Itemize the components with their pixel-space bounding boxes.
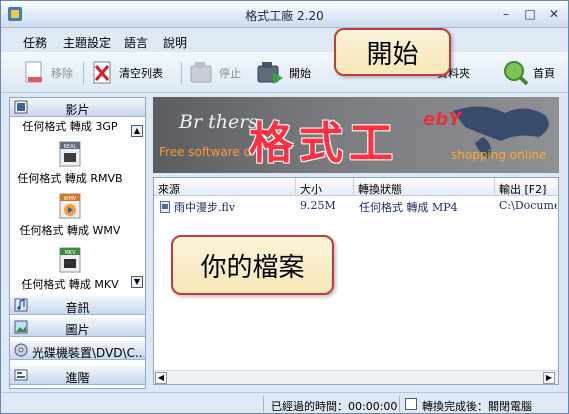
category-disc[interactable]: 光碟機裝置\DVD\C...: [10, 341, 145, 360]
toolbar-divider: [181, 62, 182, 84]
remove-label: 移除: [51, 67, 73, 80]
status-bar: 已經過的時間：00:00:00 轉換完成後：關閉電腦: [1, 392, 568, 413]
remove-button[interactable]: 移除: [23, 59, 73, 87]
scroll-up-button[interactable]: ▲: [131, 125, 143, 137]
converter-label: 任何格式 轉成 WMV: [19, 224, 121, 237]
row-status: 任何格式 轉成 MP4: [359, 201, 458, 214]
banner-title: 格式工: [249, 118, 399, 169]
converter-rmvb[interactable]: REAL 任何格式 轉成 RMVB: [10, 140, 130, 186]
scroll-down-button[interactable]: ▼: [131, 276, 143, 288]
table-row[interactable]: 雨中漫步.flv 9.25M 任何格式 轉成 MP4 C:\Documen: [154, 198, 558, 214]
category-video[interactable]: 影片: [10, 98, 145, 117]
start-icon: [257, 62, 283, 84]
ad-banner[interactable]: Br thers Free software d 格式工 ebY shoppin…: [153, 97, 559, 173]
status-divider: [263, 396, 264, 412]
category-audio[interactable]: 音訊: [10, 296, 145, 315]
banner-free-text: Free software d: [159, 145, 252, 159]
close-button[interactable]: ✕: [545, 7, 563, 22]
banner-shopping-text: shopping online: [451, 148, 547, 162]
category-panel: 影片 任何格式 轉成 3GP REAL 任何格式 轉成 RMVB WMV 任何格…: [9, 97, 146, 389]
after-done-label: 轉換完成後：關閉電腦: [422, 400, 532, 413]
status-divider: [399, 396, 400, 412]
window-title: 格式工廠 2.20: [245, 9, 324, 23]
wmv-file-icon: WMV: [59, 193, 81, 219]
converter-mkv[interactable]: MKV 任何格式 轉成 MKV: [10, 246, 130, 292]
column-status[interactable]: 轉換狀態: [358, 181, 402, 197]
menu-tasks[interactable]: 任務: [23, 34, 47, 51]
minimize-button[interactable]: –: [497, 7, 515, 22]
document-remove-icon: [25, 61, 42, 83]
ebay-logo-text: ebY: [423, 109, 462, 130]
callout-start: 開始: [334, 28, 451, 76]
rmvb-badge: REAL: [64, 144, 77, 150]
column-output[interactable]: 輸出 [F2]: [499, 181, 546, 197]
horizontal-scrollbar[interactable]: ◀ ▶: [154, 370, 558, 384]
category-image[interactable]: 圖片: [10, 318, 145, 337]
category-image-label: 圖片: [65, 323, 90, 337]
stop-button[interactable]: 停止: [189, 59, 241, 87]
title-bar: 格式工廠 2.20 – □ ✕: [1, 1, 568, 28]
converter-label: 任何格式 轉成 RMVB: [17, 172, 123, 185]
row-output: C:\Documen: [499, 199, 557, 212]
converter-3gp[interactable]: 任何格式 轉成 3GP: [10, 118, 130, 134]
menu-help[interactable]: 說明: [163, 34, 187, 51]
globe-search-icon: [504, 61, 529, 86]
mkv-badge: MKV: [64, 250, 76, 256]
scroll-left-button[interactable]: ◀: [155, 372, 167, 384]
start-button[interactable]: 開始: [257, 59, 311, 87]
wmv-badge: WMV: [64, 196, 77, 202]
maximize-button[interactable]: □: [521, 7, 539, 22]
category-advanced-label: 進階: [65, 371, 90, 385]
converter-list: 任何格式 轉成 3GP REAL 任何格式 轉成 RMVB WMV 任何格式 轉…: [10, 118, 145, 293]
scroll-right-button[interactable]: ▶: [543, 372, 555, 384]
rmvb-file-icon: REAL: [59, 141, 81, 167]
toolbar: 移除 清空列表 停止 開始 資料夾 首頁: [1, 52, 568, 93]
banner-brand: Br thers: [179, 111, 259, 133]
category-video-label: 影片: [65, 103, 90, 117]
ebay-logo: ebY: [423, 109, 461, 130]
clear-list-button[interactable]: 清空列表: [91, 59, 163, 87]
stop-label: 停止: [219, 67, 241, 80]
row-source: 雨中漫步.flv: [174, 201, 236, 214]
video-file-icon: [160, 201, 170, 213]
disc-category-icon: [14, 343, 28, 357]
column-source[interactable]: 來源: [158, 181, 180, 197]
row-size: 9.25M: [300, 199, 336, 212]
app-window: 格式工廠 2.20 – □ ✕ 任務 主題設定 語言 說明 移除 清空列表 停止…: [0, 0, 569, 414]
homepage-label: 首頁: [533, 67, 555, 80]
homepage-button[interactable]: 首頁: [503, 59, 555, 87]
menu-language[interactable]: 語言: [124, 34, 148, 51]
column-divider[interactable]: [494, 178, 495, 196]
converter-label: 任何格式 轉成 MKV: [21, 278, 119, 291]
category-disc-label: 光碟機裝置\DVD\C...: [32, 346, 144, 360]
toolbar-divider: [83, 62, 84, 84]
callout-your-file: 你的檔案: [171, 235, 334, 295]
elapsed-time: 已經過的時間：00:00:00: [271, 400, 398, 413]
start-label: 開始: [289, 67, 311, 80]
table-header: 來源 大小 轉換狀態 輸出 [F2]: [154, 178, 558, 196]
menu-bar: 任務 主題設定 語言 說明: [1, 29, 568, 51]
converter-label: 任何格式 轉成 3GP: [22, 120, 118, 133]
stop-icon: [190, 62, 212, 83]
shutdown-after-checkbox[interactable]: [405, 398, 417, 410]
category-advanced[interactable]: 進階: [10, 366, 145, 385]
column-divider[interactable]: [295, 178, 296, 196]
column-divider[interactable]: [353, 178, 354, 196]
clear-list-icon: [93, 61, 111, 84]
mkv-file-icon: MKV: [59, 247, 81, 273]
menu-theme[interactable]: 主題設定: [63, 34, 111, 51]
converter-wmv[interactable]: WMV 任何格式 轉成 WMV: [10, 192, 130, 238]
column-size[interactable]: 大小: [300, 181, 322, 197]
category-audio-label: 音訊: [65, 301, 90, 315]
clear-list-label: 清空列表: [119, 67, 163, 80]
